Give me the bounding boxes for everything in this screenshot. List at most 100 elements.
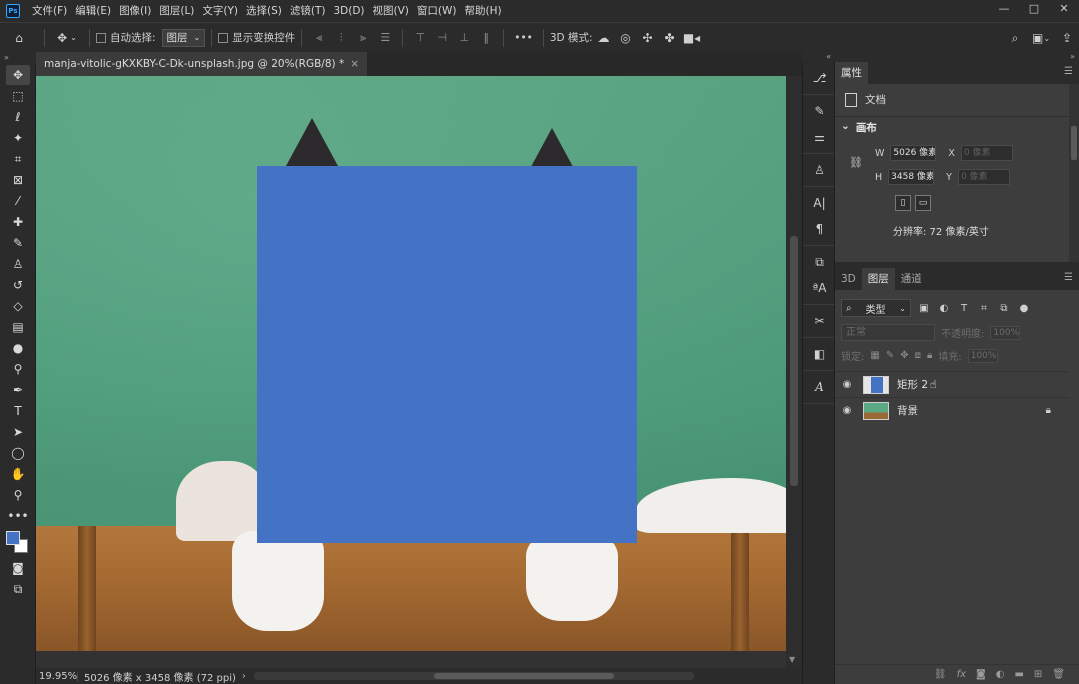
layer-style-icon[interactable]: fx — [957, 669, 966, 680]
pixel-filter-icon[interactable]: ▣ — [917, 303, 931, 314]
tab-channels[interactable]: 通道 — [895, 268, 928, 290]
screen-mode-icon[interactable]: ⧉ — [6, 579, 30, 599]
brush-settings-icon[interactable]: ✎ — [803, 98, 836, 124]
menu-view[interactable]: 视图(V) — [369, 0, 413, 22]
menu-type[interactable]: 文字(Y) — [198, 0, 242, 22]
character-panel-icon[interactable]: A| — [803, 190, 836, 216]
move-tool-preset-icon[interactable]: ✥ ⌄ — [51, 31, 83, 45]
path-selection-tool-icon[interactable]: ➤ — [6, 422, 30, 442]
menu-window[interactable]: 窗口(W) — [413, 0, 461, 22]
width-field[interactable]: 5026 像素 — [890, 145, 937, 161]
menu-file[interactable]: 文件(F) — [28, 0, 71, 22]
add-mask-icon[interactable]: ◙ — [976, 669, 986, 680]
link-layers-icon[interactable]: ⛓ — [934, 669, 947, 680]
gradient-tool-icon[interactable]: ▤ — [6, 317, 30, 337]
layer-filter-dropdown[interactable]: ⌕ 类型 ⌄ — [841, 299, 911, 317]
layer-row[interactable]: ◉ 背景 🔒︎ — [835, 397, 1069, 423]
canvas-section-header[interactable]: ⌄ 画布 — [841, 120, 877, 135]
menu-layer[interactable]: 图层(L) — [155, 0, 198, 22]
canvas-vertical-scrollbar[interactable]: ▼ — [786, 76, 802, 668]
menu-image[interactable]: 图像(I) — [115, 0, 155, 22]
layer-name[interactable]: 背景 — [897, 403, 918, 418]
lasso-tool-icon[interactable]: ℓ — [6, 107, 30, 127]
share-icon[interactable]: ⇪ — [1055, 31, 1079, 45]
layer-name[interactable]: 矩形 2 — [897, 377, 928, 392]
eye-icon[interactable]: ◉ — [835, 405, 859, 416]
brush-tool-icon[interactable]: ✎ — [6, 233, 30, 253]
3d-slide-icon[interactable]: ✤ — [659, 31, 681, 45]
status-menu-arrow[interactable]: › — [242, 671, 246, 682]
smart-object-filter-icon[interactable]: ⧉ — [997, 303, 1011, 314]
blur-tool-icon[interactable]: ● — [6, 338, 30, 358]
layer-row[interactable]: ◉ 矩形 2 ☝ — [835, 371, 1069, 397]
x-field[interactable]: 0 像素 — [960, 145, 1013, 161]
ellipse-tool-icon[interactable]: ◯ — [6, 443, 30, 463]
height-field[interactable]: 3458 像素 — [888, 169, 935, 185]
move-tool-icon[interactable]: ✥ — [6, 65, 30, 85]
paragraph-styles-icon[interactable]: ⧉ — [803, 249, 836, 275]
home-icon[interactable]: ⌂ — [0, 31, 38, 45]
canvas[interactable] — [36, 76, 786, 651]
zoom-level[interactable]: 19.95% — [36, 670, 78, 682]
tool-presets-icon[interactable]: ✂ — [803, 308, 836, 334]
tab-layers[interactable]: 图层 — [861, 268, 895, 290]
type-filter-icon[interactable]: T — [957, 303, 971, 314]
fill-field[interactable]: 100% — [967, 348, 998, 363]
auto-select-checkbox[interactable] — [96, 32, 106, 43]
distribute-v-icon[interactable]: ‖ — [475, 28, 497, 48]
close-tab-button[interactable]: × — [350, 52, 359, 76]
menu-edit[interactable]: 编辑(E) — [71, 0, 115, 22]
zoom-tool-icon[interactable]: ⚲ — [6, 485, 30, 505]
eraser-tool-icon[interactable]: ◇ — [6, 296, 30, 316]
edit-toolbar-icon[interactable]: ••• — [6, 506, 30, 526]
crop-tool-icon[interactable]: ⌗ — [6, 149, 30, 169]
3d-orbit-icon[interactable]: ☁ — [593, 31, 615, 45]
menu-filter[interactable]: 滤镜(T) — [286, 0, 330, 22]
scroll-down-arrow-icon[interactable]: ▼ — [789, 655, 795, 664]
blend-mode-dropdown[interactable]: 正常 — [841, 324, 935, 341]
link-icon[interactable]: ⛓ — [849, 156, 863, 169]
collapse-panels-icon[interactable]: « — [802, 52, 835, 62]
3d-pan-icon[interactable]: ✣ — [637, 31, 659, 45]
3d-roll-icon[interactable]: ◎ — [615, 31, 637, 45]
clone-stamp-tool-icon[interactable]: ♙ — [6, 254, 30, 274]
navigator-icon[interactable]: ◧ — [803, 341, 836, 367]
eyedropper-tool-icon[interactable]: ⁄ — [6, 191, 30, 211]
3d-camera-icon[interactable]: ■◂ — [681, 31, 703, 45]
character-styles-icon[interactable]: ªA — [803, 275, 836, 301]
close-window-button[interactable]: ✕ — [1049, 0, 1079, 16]
align-bottom-icon[interactable]: ⊥ — [453, 28, 475, 48]
y-field[interactable]: 0 像素 — [957, 169, 1010, 185]
delete-layer-icon[interactable]: 🗑︎ — [1052, 669, 1065, 680]
align-middle-v-icon[interactable]: ⊣ — [431, 28, 453, 48]
align-distribute-icon[interactable]: ☰ — [374, 28, 396, 48]
lock-pixels-icon[interactable]: ✎ — [886, 350, 894, 361]
new-layer-icon[interactable]: ⊞ — [1034, 669, 1042, 680]
panel-menu-icon[interactable]: ☰ — [1064, 272, 1073, 283]
new-adjustment-layer-icon[interactable]: ◐ — [996, 669, 1005, 680]
auto-select-dropdown[interactable]: 图层 ⌄ — [161, 28, 206, 47]
scrollbar-thumb[interactable] — [433, 673, 614, 679]
more-options-button[interactable]: ••• — [510, 32, 537, 44]
opacity-field[interactable]: 100% — [990, 325, 1021, 340]
lock-icon[interactable]: 🔒︎ — [1046, 405, 1051, 416]
scrollbar-thumb[interactable] — [790, 236, 798, 486]
magic-wand-tool-icon[interactable]: ✦ — [6, 128, 30, 148]
lock-transparent-icon[interactable]: ▦ — [870, 350, 879, 361]
panel-menu-icon[interactable]: ☰ — [1064, 66, 1073, 77]
frame-tool-icon[interactable]: ⊠ — [6, 170, 30, 190]
history-brush-tool-icon[interactable]: ↺ — [6, 275, 30, 295]
history-panel-icon[interactable]: ⎇ — [803, 65, 836, 91]
align-top-icon[interactable]: ⊤ — [409, 28, 431, 48]
eye-icon[interactable]: ◉ — [835, 379, 859, 390]
properties-scrollbar[interactable] — [1069, 84, 1079, 262]
minimize-button[interactable]: — — [989, 0, 1019, 16]
adjustment-filter-icon[interactable]: ◐ — [937, 303, 951, 314]
lock-artboard-icon[interactable]: ⧈ — [915, 350, 921, 361]
type-tool-icon[interactable]: T — [6, 401, 30, 421]
search-icon[interactable]: ⌕ — [1003, 31, 1027, 46]
healing-brush-tool-icon[interactable]: ✚ — [6, 212, 30, 232]
align-center-h-icon[interactable]: ⫶ — [330, 28, 352, 48]
adjustments-icon[interactable]: ⚌ — [803, 124, 836, 150]
hand-tool-icon[interactable]: ✋ — [6, 464, 30, 484]
